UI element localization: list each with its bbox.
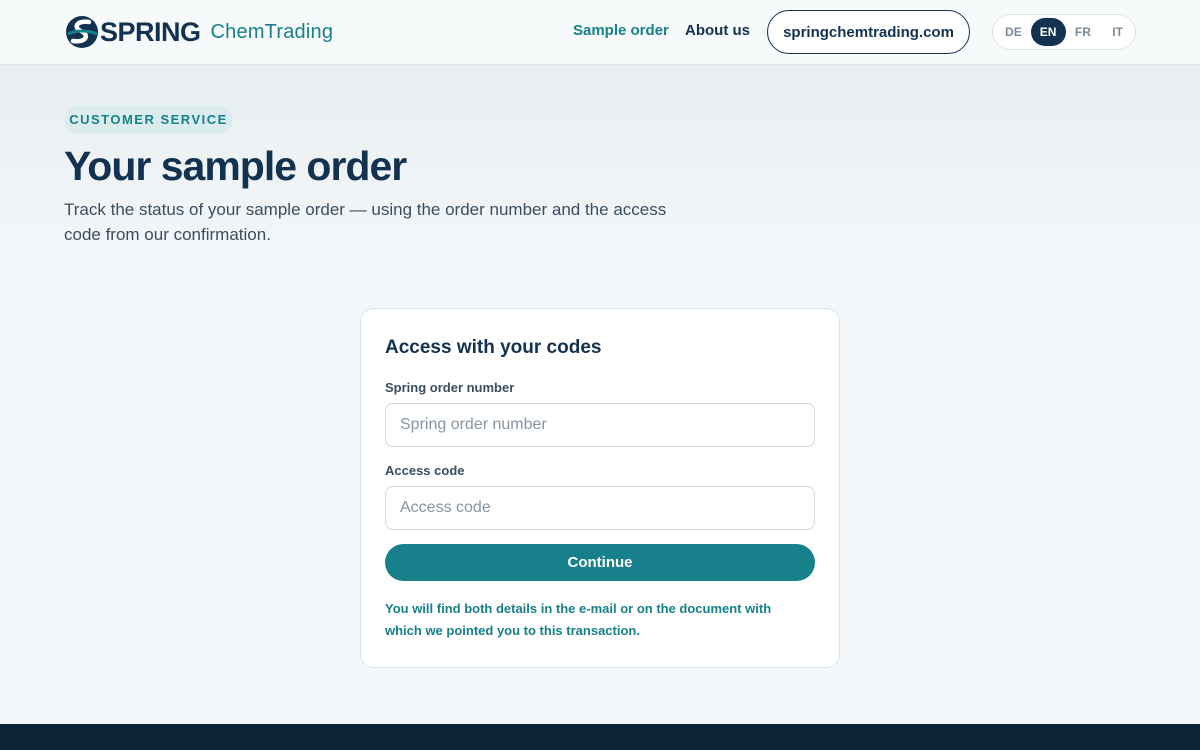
order-number-label: Spring order number (385, 380, 515, 395)
site-header: SPRING ChemTrading Sample order About us… (0, 0, 1200, 65)
language-option-de[interactable]: DE (996, 18, 1031, 46)
website-button[interactable]: springchemtrading.com (767, 10, 970, 54)
access-code-input[interactable] (385, 486, 815, 530)
continue-button[interactable]: Continue (385, 544, 815, 581)
card-title: Access with your codes (385, 337, 602, 358)
help-text: You will find both details in the e-mail… (385, 601, 772, 638)
logo-wordmark: SPRING (100, 17, 201, 47)
nav-link-sample-order[interactable]: Sample order (573, 22, 669, 39)
site-footer (0, 724, 1200, 750)
nav-link-about-us[interactable]: About us (685, 22, 750, 39)
language-option-en[interactable]: EN (1030, 18, 1066, 46)
access-code-label: Access code (385, 463, 465, 478)
page-title: Your sample order (64, 143, 407, 189)
language-option-fr[interactable]: FR (1066, 18, 1101, 46)
brand-logo[interactable]: SPRING ChemTrading (64, 14, 333, 50)
page-lead-text: Track the status of your sample order — … (64, 200, 667, 244)
section-eyebrow-badge: CUSTOMER SERVICE (64, 105, 233, 134)
order-number-input[interactable] (385, 403, 815, 447)
language-switcher: DE EN FR IT (992, 14, 1136, 50)
access-card: Access with your codes Spring order numb… (360, 308, 840, 668)
logo-subtitle: ChemTrading (210, 21, 334, 43)
spring-logo-icon (66, 16, 98, 48)
language-option-it[interactable]: IT (1100, 18, 1135, 46)
